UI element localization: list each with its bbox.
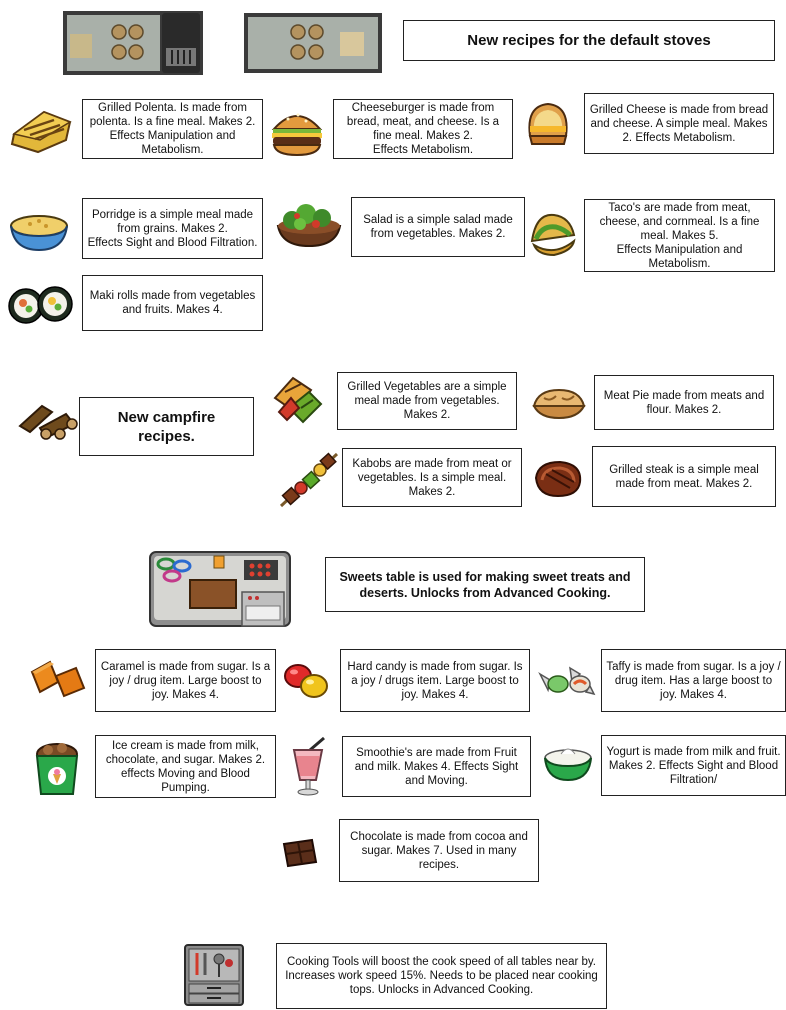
sweets-heading: Sweets table is used for making sweet tr… <box>325 557 645 612</box>
recipe-text: Ice cream is made from milk, chocolate, … <box>95 735 276 798</box>
porridge-icon <box>6 204 72 256</box>
cooking-tools-text: Cooking Tools will boost the cook speed … <box>276 943 607 1009</box>
caramel-icon <box>28 652 88 702</box>
recipe-text: Kabobs are made from meat or vegetables.… <box>342 448 522 507</box>
recipe-text: Hard candy is made from sugar. Is a joy … <box>340 649 530 712</box>
fueled-stove-icon <box>243 12 383 74</box>
taffy-icon <box>536 660 596 704</box>
recipe-text: Taco's are made from meat, cheese, and c… <box>584 199 775 272</box>
recipe-text: Chocolate is made from cocoa and sugar. … <box>339 819 539 882</box>
recipe-text: Grilled Polenta. Is made from polenta. I… <box>82 99 263 159</box>
stoves-heading: New recipes for the default stoves <box>403 20 775 61</box>
taco-icon <box>524 205 580 261</box>
campfire-logs-icon <box>16 398 78 442</box>
recipe-text: Taffy is made from sugar. Is a joy / dru… <box>601 649 786 712</box>
meat-pie-icon <box>530 384 588 424</box>
ice-cream-icon <box>30 738 84 800</box>
grilled-polenta-icon <box>4 100 80 160</box>
recipe-text: Maki rolls made from vegetables and frui… <box>82 275 263 331</box>
recipe-text: Cheeseburger is made from bread, meat, a… <box>333 99 513 159</box>
yogurt-icon <box>541 740 595 786</box>
recipe-text: Salad is a simple salad made from vegeta… <box>351 197 525 257</box>
recipe-text: Grilled Cheese is made from bread and ch… <box>584 93 774 154</box>
recipe-text: Grilled steak is a simple meal made from… <box>592 446 776 507</box>
recipe-text: Yogurt is made from milk and fruit. Make… <box>601 735 786 796</box>
chocolate-icon <box>280 836 320 870</box>
salad-icon <box>272 196 346 250</box>
maki-rolls-icon <box>6 283 74 329</box>
grilled-steak-icon <box>530 458 586 500</box>
sweets-table-icon <box>144 546 296 632</box>
kabobs-icon <box>277 450 341 510</box>
electric-stove-icon <box>62 10 204 76</box>
recipe-text: Grilled Vegetables are a simple meal mad… <box>337 372 517 430</box>
campfire-heading: New campfire recipes. <box>79 397 254 456</box>
smoothie-icon <box>286 736 330 798</box>
recipe-text: Meat Pie made from meats and flour. Make… <box>594 375 774 430</box>
recipe-text: Caramel is made from sugar. Is a joy / d… <box>95 649 276 712</box>
cheeseburger-icon <box>268 103 326 159</box>
recipe-text: Smoothie's are made from Fruit and milk.… <box>342 736 531 797</box>
recipe-text: Porridge is a simple meal made from grai… <box>82 198 263 259</box>
hard-candy-icon <box>280 656 334 702</box>
cooking-tools-icon <box>183 943 245 1007</box>
grilled-cheese-icon <box>520 96 576 154</box>
grilled-vegetables-icon <box>265 368 327 430</box>
